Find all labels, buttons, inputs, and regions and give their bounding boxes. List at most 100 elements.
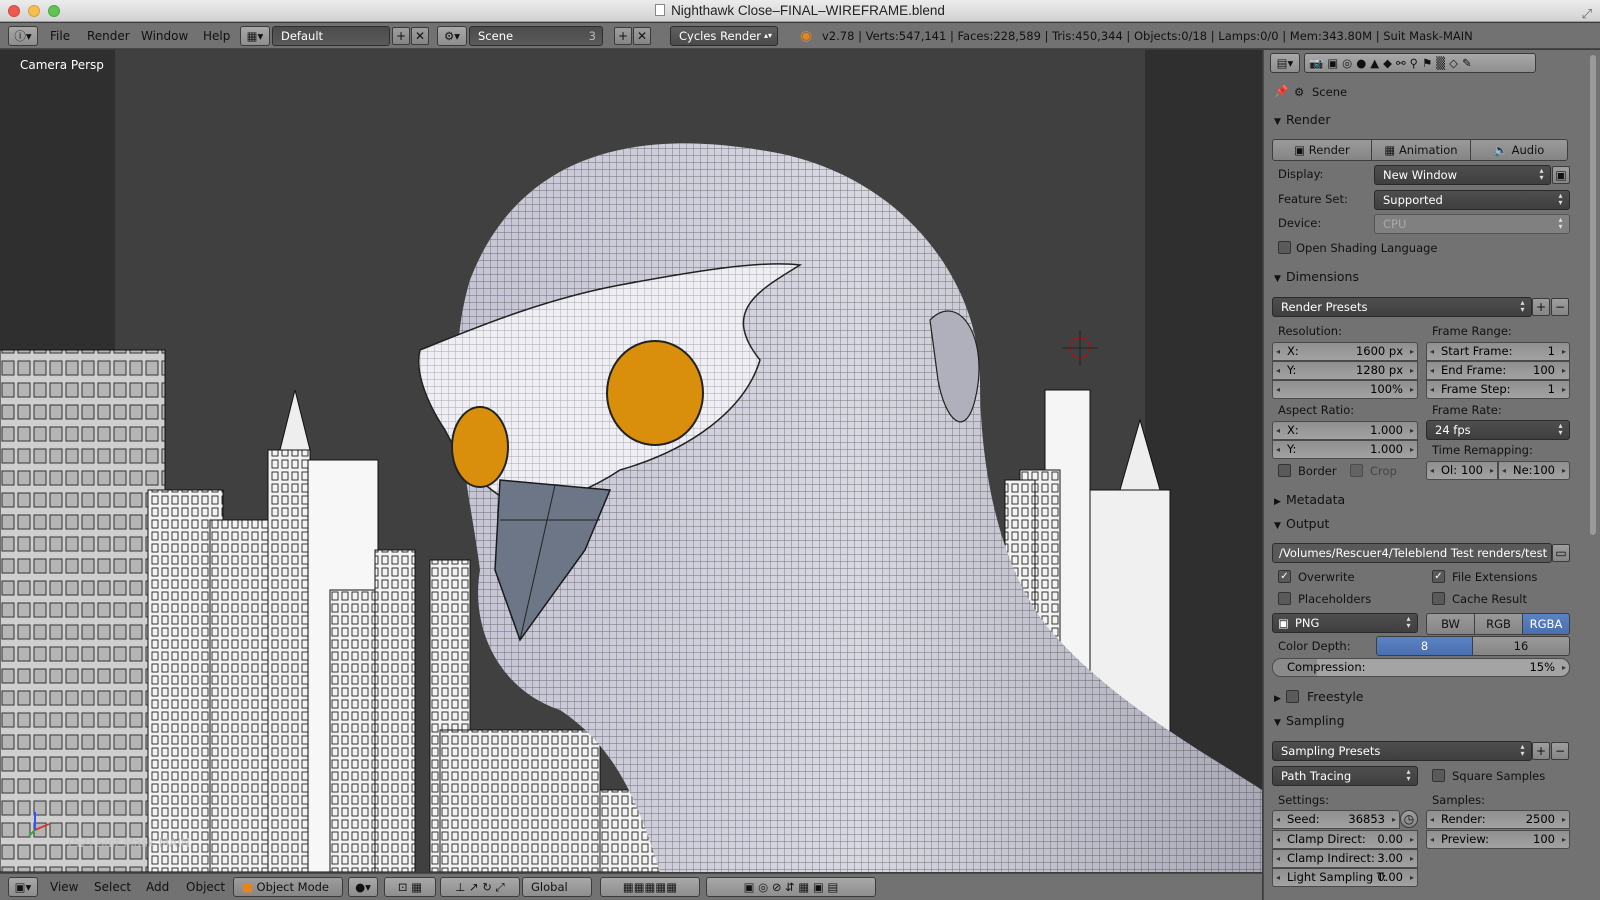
aspect-y-field[interactable]: Y: 1.000 <box>1272 440 1418 459</box>
image-icon: ▣ <box>1278 616 1289 630</box>
scene-type-button[interactable]: ⚙▾ <box>437 26 467 46</box>
menu-help[interactable]: Help <box>203 27 230 45</box>
osl-checkbox[interactable] <box>1278 241 1291 254</box>
minimize-window-button[interactable] <box>28 5 40 17</box>
file-format-dropdown[interactable]: ▣ PNG <box>1272 613 1418 633</box>
placeholders-label: Placeholders <box>1298 592 1372 606</box>
fullscreen-icon[interactable]: ⤢ <box>1582 3 1592 25</box>
remove-preset-button[interactable]: − <box>1551 298 1569 316</box>
color-mode-bw[interactable]: BW <box>1426 613 1475 635</box>
pivot-buttons[interactable]: ⊡ ▦ <box>384 877 436 897</box>
editor-type-button[interactable]: ⓘ▾ <box>8 26 38 46</box>
freestyle-panel-header[interactable]: ▶ Freestyle <box>1274 688 1364 706</box>
render-presets-dropdown[interactable]: Render Presets <box>1272 297 1532 317</box>
menu-file[interactable]: File <box>50 27 70 45</box>
color-depth-8[interactable]: 8 <box>1376 636 1473 656</box>
close-window-button[interactable] <box>8 5 20 17</box>
dimensions-panel-header[interactable]: ▼ Dimensions <box>1274 268 1359 286</box>
samples-label: Samples: <box>1432 793 1485 807</box>
feature-set-dropdown[interactable]: Supported <box>1374 190 1570 210</box>
delete-layout-button[interactable]: ✕ <box>411 27 429 45</box>
snap-render-buttons[interactable]: ▣ ◎ ⊘ ⇵ ▦ ▣ ▤ <box>706 877 876 897</box>
animated-seed-clock-icon[interactable]: ◷ <box>1400 810 1418 828</box>
orientation-dropdown[interactable]: Global <box>522 877 592 897</box>
aspect-x-field[interactable]: X: 1.000 <box>1272 421 1418 440</box>
file-extensions-checkbox[interactable]: ✓ <box>1432 570 1445 583</box>
maximize-window-button[interactable] <box>48 5 60 17</box>
seed-field[interactable]: Seed: 36853 <box>1272 810 1400 829</box>
screen-layout-field[interactable]: Default <box>272 26 390 46</box>
display-dropdown[interactable]: New Window <box>1374 165 1551 185</box>
cache-result-checkbox[interactable] <box>1432 592 1445 605</box>
crop-checkbox[interactable] <box>1350 464 1363 477</box>
editor-type-button-3d[interactable]: ▣▾ <box>8 877 38 897</box>
end-frame-field[interactable]: End Frame: 100 <box>1426 361 1570 380</box>
expanded-icon: ▼ <box>1274 117 1281 127</box>
color-depth-16[interactable]: 16 <box>1472 636 1570 656</box>
menu-render[interactable]: Render <box>87 27 130 45</box>
placeholders-checkbox[interactable] <box>1278 592 1291 605</box>
properties-scrollbar[interactable] <box>1590 55 1596 535</box>
menu-object[interactable]: Object <box>186 878 225 896</box>
add-sampling-preset-button[interactable]: + <box>1532 742 1550 760</box>
window-title: Nighthawk Close–FINAL–WIREFRAME.blend <box>671 3 945 18</box>
frame-range-label: Frame Range: <box>1432 324 1512 338</box>
sampling-presets-dropdown[interactable]: Sampling Presets <box>1272 741 1532 761</box>
lock-interface-icon[interactable]: ▣ <box>1552 166 1570 184</box>
menu-select[interactable]: Select <box>94 878 131 896</box>
display-label: Display: <box>1278 167 1324 181</box>
shading-button[interactable]: ●▾ <box>348 877 378 897</box>
view3d-icon: ▣▾ <box>14 880 32 894</box>
start-frame-field[interactable]: Start Frame: 1 <box>1426 342 1570 361</box>
color-mode-rgb[interactable]: RGB <box>1474 613 1523 635</box>
scene-field[interactable]: Scene 3 <box>469 26 603 46</box>
render-button[interactable]: ▣ Render <box>1272 139 1372 161</box>
mode-dropdown[interactable]: ■ Object Mode <box>233 877 343 897</box>
folder-icon[interactable]: ▭ <box>1552 544 1570 562</box>
freestyle-checkbox[interactable] <box>1286 690 1299 703</box>
audio-button[interactable]: 🔈 Audio <box>1470 139 1568 161</box>
overwrite-checkbox[interactable]: ✓ <box>1278 570 1291 583</box>
light-sampling-threshold-field[interactable]: Light Sampling T:0.00 <box>1272 868 1418 887</box>
animation-button[interactable]: ▦ Animation <box>1371 139 1471 161</box>
pin-icon[interactable]: 📌 <box>1274 82 1288 100</box>
metadata-panel-header[interactable]: ▶ Metadata <box>1274 491 1345 509</box>
delete-scene-button[interactable]: ✕ <box>633 27 651 45</box>
add-preset-button[interactable]: + <box>1532 298 1550 316</box>
square-samples-checkbox[interactable] <box>1432 769 1445 782</box>
resolution-y-field[interactable]: Y: 1280 px <box>1272 361 1418 380</box>
render-samples-field[interactable]: Render: 2500 <box>1426 810 1570 829</box>
remove-sampling-preset-button[interactable]: − <box>1551 742 1569 760</box>
properties-editor-type-button[interactable]: ▤▾ <box>1270 53 1300 73</box>
clamp-indirect-field[interactable]: Clamp Indirect:3.00 <box>1272 849 1418 868</box>
border-checkbox[interactable] <box>1278 464 1291 477</box>
clamp-direct-field[interactable]: Clamp Direct: 0.00 <box>1272 830 1418 849</box>
add-scene-button[interactable]: + <box>614 27 632 45</box>
layer-buttons[interactable]: ▦▦▦▦▦ <box>600 877 700 897</box>
resolution-percent-field[interactable]: 100% <box>1272 380 1418 399</box>
output-path-field[interactable]: /Volumes/Rescuer4/Teleblend Test renders… <box>1272 543 1552 563</box>
output-panel-header[interactable]: ▼ Output <box>1274 515 1329 533</box>
sampling-panel-header[interactable]: ▼ Sampling <box>1274 712 1345 730</box>
screen-layout-type-button[interactable]: ▦▾ <box>240 26 270 46</box>
integrator-dropdown[interactable]: Path Tracing <box>1272 766 1418 786</box>
properties-context-tabs[interactable]: 📷▣◎●▲◆⚯⚲⚑▒◇✎ <box>1304 53 1536 73</box>
frame-rate-dropdown[interactable]: 24 fps <box>1426 420 1570 440</box>
time-new-field[interactable]: Ne:100 <box>1498 461 1570 480</box>
device-dropdown[interactable]: CPU <box>1374 214 1570 234</box>
menu-window[interactable]: Window <box>141 27 188 45</box>
render-panel-header[interactable]: ▼ Render <box>1274 111 1331 129</box>
menu-add[interactable]: Add <box>146 878 169 896</box>
menu-view[interactable]: View <box>50 878 78 896</box>
compression-slider[interactable]: Compression: 15% <box>1272 658 1570 677</box>
add-layout-button[interactable]: + <box>392 27 410 45</box>
manipulator-buttons[interactable]: ⊥ ↗ ↻ ⤢ <box>440 877 520 897</box>
frame-step-field[interactable]: Frame Step: 1 <box>1426 380 1570 399</box>
time-old-field[interactable]: Ol:100 <box>1426 461 1498 480</box>
render-engine-dropdown[interactable]: Cycles Render ▴▾ <box>670 26 778 46</box>
resolution-x-field[interactable]: X: 1600 px <box>1272 342 1418 361</box>
color-mode-rgba[interactable]: RGBA <box>1522 613 1570 635</box>
preview-samples-field[interactable]: Preview: 100 <box>1426 830 1570 849</box>
3d-viewport[interactable]: Camera Persp (52) Suit Mask-MAIN <box>0 50 1262 872</box>
aspect-x-key: X: <box>1287 423 1299 437</box>
